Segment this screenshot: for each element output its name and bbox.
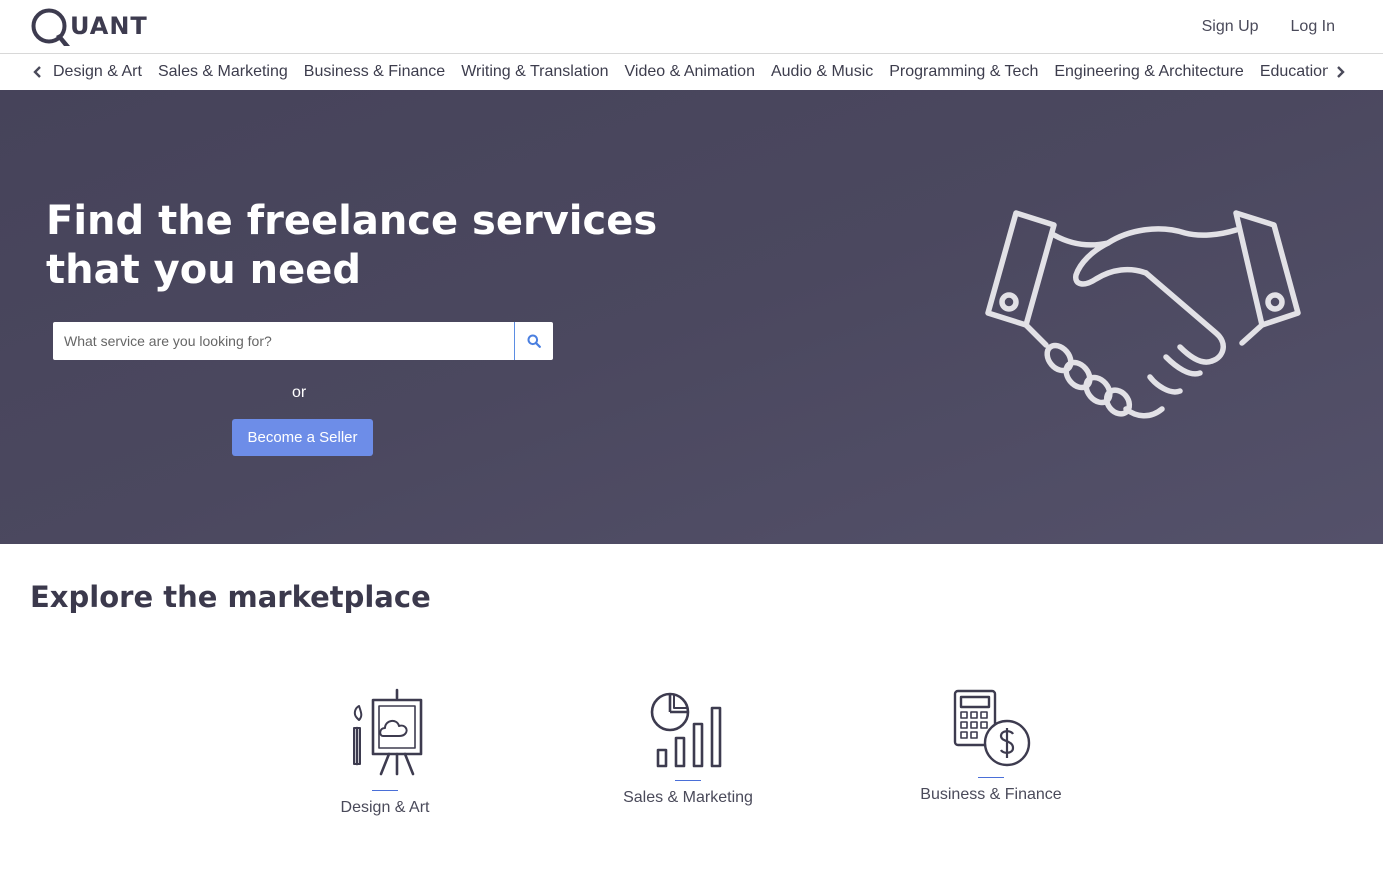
marketplace-card-design-art[interactable]: Design & Art bbox=[335, 688, 435, 817]
site-header: UANT Sign Up Log In bbox=[0, 0, 1383, 54]
card-label: Sales & Marketing bbox=[623, 789, 753, 806]
calculator-icon bbox=[953, 689, 1031, 767]
card-label: Business & Finance bbox=[920, 786, 1062, 803]
search-bar bbox=[53, 322, 553, 360]
handshake-icon bbox=[985, 210, 1301, 419]
log-in-link[interactable]: Log In bbox=[1291, 18, 1335, 36]
category-list: Design & Art Sales & Marketing Business … bbox=[53, 54, 1328, 90]
search-input[interactable] bbox=[53, 322, 514, 360]
card-divider bbox=[372, 790, 398, 791]
logo-q-icon bbox=[31, 8, 70, 46]
search-button[interactable] bbox=[514, 322, 553, 360]
category-engineering-architecture[interactable]: Engineering & Architecture bbox=[1054, 63, 1243, 81]
sign-up-link[interactable]: Sign Up bbox=[1202, 18, 1259, 36]
logo[interactable]: UANT bbox=[30, 6, 148, 46]
chevron-right-icon[interactable] bbox=[1330, 62, 1350, 82]
or-separator: or bbox=[292, 384, 307, 401]
category-design-art[interactable]: Design & Art bbox=[53, 63, 142, 81]
easel-icon bbox=[353, 688, 423, 776]
category-nav: Design & Art Sales & Marketing Business … bbox=[0, 54, 1383, 90]
hero-title: Find the freelance services that you nee… bbox=[46, 198, 658, 293]
category-writing-translation[interactable]: Writing & Translation bbox=[461, 63, 608, 81]
category-education[interactable]: Education bbox=[1260, 63, 1328, 81]
category-business-finance[interactable]: Business & Finance bbox=[304, 63, 445, 81]
search-icon bbox=[527, 334, 541, 348]
category-sales-marketing[interactable]: Sales & Marketing bbox=[158, 63, 288, 81]
marketplace-card-business-finance[interactable]: Business & Finance bbox=[911, 688, 1071, 804]
category-programming-tech[interactable]: Programming & Tech bbox=[889, 63, 1038, 81]
explore-title: Explore the marketplace bbox=[30, 580, 431, 614]
marketplace-card-sales-marketing[interactable]: Sales & Marketing bbox=[613, 688, 763, 807]
auth-links: Sign Up Log In bbox=[1202, 18, 1335, 36]
chevron-left-icon[interactable] bbox=[28, 62, 48, 82]
card-divider bbox=[978, 777, 1004, 778]
become-seller-button[interactable]: Become a Seller bbox=[232, 419, 373, 456]
logo-text: UANT bbox=[70, 12, 148, 40]
category-audio-music[interactable]: Audio & Music bbox=[771, 63, 873, 81]
category-video-animation[interactable]: Video & Animation bbox=[625, 63, 755, 81]
hero-banner: Find the freelance services that you nee… bbox=[0, 90, 1383, 544]
card-label: Design & Art bbox=[340, 799, 430, 816]
card-divider bbox=[675, 780, 701, 781]
chart-icon bbox=[650, 692, 722, 768]
